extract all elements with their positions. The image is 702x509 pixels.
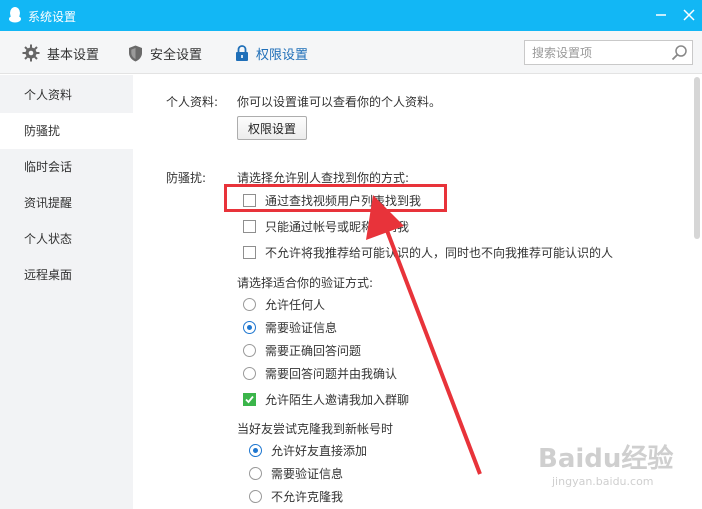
sidebar-item-temp-chat[interactable]: 临时会话 [0, 149, 133, 185]
checkbox[interactable] [243, 220, 256, 233]
search-icon[interactable] [671, 44, 688, 61]
verify-method-heading: 请选择适合你的验证方式: [237, 276, 374, 290]
vertical-scrollbar[interactable] [692, 75, 702, 509]
gear-icon [22, 44, 40, 62]
radio[interactable] [243, 298, 256, 311]
profile-description: 你可以设置谁可以查看你的个人资料。 [237, 95, 442, 109]
option-label: 需要验证信息 [271, 467, 344, 481]
option-label: 不允许将我推荐给可能认识的人，同时也不向我推荐可能认识的人 [265, 246, 614, 260]
tab-basic-settings[interactable]: 基本设置 [22, 43, 99, 63]
sidebar-item-profile[interactable]: 个人资料 [0, 77, 133, 113]
radio[interactable] [243, 367, 256, 380]
option-label: 允许陌生人邀请我加入群聊 [265, 393, 410, 407]
tab-security-settings[interactable]: 安全设置 [128, 43, 202, 63]
radio[interactable] [249, 490, 262, 503]
checkbox[interactable] [243, 246, 256, 259]
tab-label: 安全设置 [150, 47, 203, 63]
window-title: 系统设置 [28, 10, 77, 24]
option-label: 允许任何人 [265, 298, 326, 312]
watermark-url: jingyan.baidu.com [552, 475, 654, 488]
penguin-logo-icon [9, 7, 21, 23]
sidebar-item-news-reminder[interactable]: 资讯提醒 [0, 185, 133, 221]
verify-option-answer-confirm[interactable]: 需要回答问题并由我确认 [243, 365, 397, 382]
title-bar: 系统设置 [0, 0, 702, 31]
option-label: 只能通过帐号或昵称找到我 [265, 220, 410, 234]
minimize-button[interactable] [652, 6, 670, 24]
find-option-account-nickname[interactable]: 只能通过帐号或昵称找到我 [243, 218, 409, 235]
sidebar-item-personal-status[interactable]: 个人状态 [0, 221, 133, 257]
close-icon [683, 9, 695, 21]
antiharass-section-label: 防骚扰: [166, 171, 207, 185]
sidebar-item-remote-desktop[interactable]: 远程桌面 [0, 257, 133, 293]
option-label: 允许好友直接添加 [271, 444, 368, 458]
clone-option-disallow[interactable]: 不允许克隆我 [249, 488, 343, 505]
checkmark-icon [245, 395, 254, 404]
option-label: 需要回答问题并由我确认 [265, 367, 398, 381]
verify-option-need-info[interactable]: 需要验证信息 [243, 319, 337, 336]
tab-permission-settings[interactable]: 权限设置 [235, 43, 308, 63]
lock-icon [236, 44, 248, 61]
profile-section-label: 个人资料: [166, 95, 219, 109]
tab-label: 基本设置 [47, 47, 100, 63]
sidebar: 个人资料 防骚扰 临时会话 资讯提醒 个人状态 远程桌面 [0, 75, 133, 509]
option-label: 不允许克隆我 [271, 490, 344, 504]
group-invite-option[interactable]: 允许陌生人邀请我加入群聊 [243, 391, 409, 408]
tab-label: 权限设置 [256, 47, 309, 63]
option-label: 需要正确回答问题 [265, 344, 362, 358]
clone-heading: 当好友尝试克隆我到新帐号时 [237, 422, 394, 436]
radio[interactable] [243, 344, 256, 357]
watermark: Baidu经验 [538, 444, 674, 474]
scrollbar-thumb[interactable] [694, 77, 700, 239]
search-box [524, 40, 693, 65]
verify-option-correct-answer[interactable]: 需要正确回答问题 [243, 342, 361, 359]
radio[interactable] [249, 444, 262, 457]
search-input[interactable] [525, 41, 665, 64]
permission-settings-button[interactable]: 权限设置 [237, 116, 307, 140]
shield-icon [129, 45, 142, 61]
option-label: 需要验证信息 [265, 321, 338, 335]
radio[interactable] [249, 467, 262, 480]
close-button[interactable] [680, 6, 698, 24]
highlight-box [224, 184, 447, 212]
clone-option-need-info[interactable]: 需要验证信息 [249, 465, 343, 482]
radio[interactable] [243, 321, 256, 334]
sidebar-item-anti-harassment[interactable]: 防骚扰 [0, 113, 133, 149]
find-option-no-recommend[interactable]: 不允许将我推荐给可能认识的人，同时也不向我推荐可能认识的人 [243, 244, 613, 261]
clone-option-allow[interactable]: 允许好友直接添加 [249, 442, 367, 459]
minimize-icon [656, 14, 666, 16]
verify-option-anyone[interactable]: 允许任何人 [243, 296, 325, 313]
checkbox[interactable] [243, 393, 256, 406]
